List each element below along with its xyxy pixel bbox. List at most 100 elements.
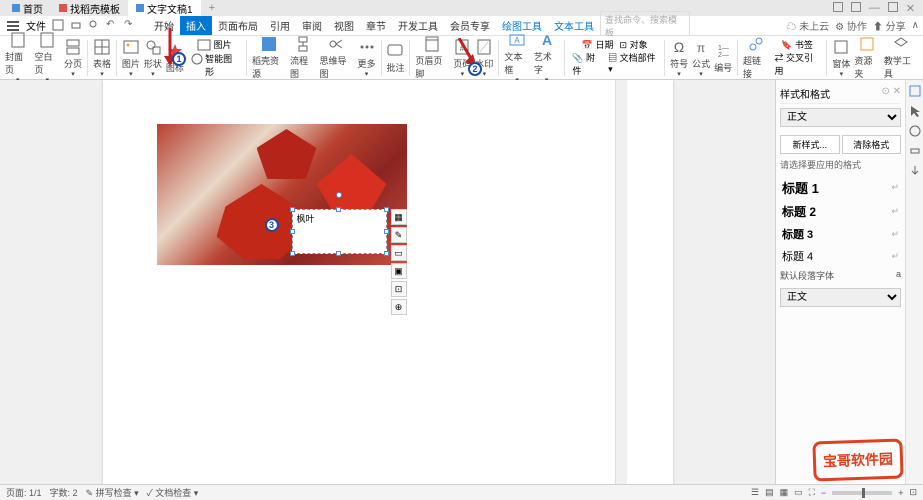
tab-start[interactable]: 开始 <box>148 16 180 35</box>
clear-format-button[interactable]: 清除格式 <box>842 135 902 154</box>
tab-document[interactable]: 文字文稿1 <box>128 0 201 17</box>
zoom-slider[interactable] <box>832 491 892 495</box>
window-grid-icon[interactable] <box>833 2 843 12</box>
docer-button[interactable]: 稻壳资源 <box>251 35 287 80</box>
teaching-tools-button[interactable]: 教学工具 <box>883 35 919 80</box>
redo-icon[interactable]: ↷ <box>124 19 138 33</box>
style-heading-4[interactable]: 标题 4↵ <box>780 245 901 267</box>
bookmark-button[interactable]: 🔖 书签 <box>781 38 813 51</box>
resize-handle-br[interactable] <box>384 251 389 256</box>
window-maximize-icon[interactable] <box>888 2 898 12</box>
comment-button[interactable]: 批注 <box>385 42 405 74</box>
picture-button[interactable]: 图片▾ <box>121 38 141 78</box>
tab-member[interactable]: 会员专享 <box>444 16 496 35</box>
resize-handle-tl[interactable] <box>290 207 295 212</box>
tab-page-layout[interactable]: 页面布局 <box>212 16 264 35</box>
status-doc-check[interactable]: ✓ 文档检查 ▾ <box>147 486 199 499</box>
view-read-icon[interactable]: ▭ <box>794 487 803 498</box>
tool-select-icon[interactable] <box>908 104 922 118</box>
resource-clip-button[interactable]: 资源夹 <box>853 35 881 80</box>
window-close-icon[interactable]: ✕ <box>906 2 915 15</box>
view-web-icon[interactable]: ▤ <box>765 487 774 498</box>
document-page[interactable]: 枫叶 ▦ ✎ ▭ ▣ ⊡ ⊕ <box>103 80 673 484</box>
view-outline-icon[interactable]: ☰ <box>751 487 759 498</box>
resize-handle-b[interactable] <box>336 251 341 256</box>
numbering-button[interactable]: 1—2—编号 <box>713 42 733 74</box>
text-box[interactable]: 枫叶 <box>292 209 387 254</box>
float-wrap-button[interactable]: ▣ <box>391 263 407 279</box>
panel-close-icon[interactable]: ✕ <box>893 86 901 97</box>
current-style-select[interactable]: 正文 <box>780 108 901 127</box>
undo-icon[interactable]: ↶ <box>106 19 120 33</box>
object-button[interactable]: ⊡ 对象 <box>620 38 648 51</box>
zoom-out-button[interactable]: − <box>821 488 826 498</box>
tab-insert[interactable]: 插入 <box>180 16 212 35</box>
wordart-button[interactable]: A艺术字▾ <box>533 31 561 84</box>
shapes-button[interactable]: 形状▾ <box>143 38 163 78</box>
tab-templates[interactable]: 找稻壳模板 <box>51 0 128 17</box>
view-fullscreen-icon[interactable]: ⛶ <box>809 487 815 498</box>
cover-page-button[interactable]: 封面页▾ <box>4 31 32 84</box>
float-more-button[interactable]: ⊡ <box>391 281 407 297</box>
tool-limit-icon[interactable] <box>908 144 922 158</box>
status-spellcheck[interactable]: ✎ 拼写检查 ▾ <box>86 486 139 499</box>
tab-developer[interactable]: 开发工具 <box>392 16 444 35</box>
vertical-scrollbar[interactable] <box>615 80 627 484</box>
textbox-button[interactable]: A文本框▾ <box>503 31 531 84</box>
rotate-handle[interactable] <box>336 192 342 198</box>
float-layout-button[interactable]: ▦ <box>391 209 407 225</box>
tab-review[interactable]: 审阅 <box>296 16 328 35</box>
window-apps-icon[interactable] <box>851 2 861 12</box>
style-heading-2[interactable]: 标题 2↵ <box>780 200 901 223</box>
resize-handle-t[interactable] <box>336 207 341 212</box>
canvas-area[interactable]: 枫叶 ▦ ✎ ▭ ▣ ⊡ ⊕ <box>0 80 775 484</box>
style-heading-3[interactable]: 标题 3↵ <box>780 223 901 245</box>
inserted-image[interactable]: 枫叶 ▦ ✎ ▭ ▣ ⊡ ⊕ <box>157 124 407 265</box>
resize-handle-bl[interactable] <box>290 251 295 256</box>
flowchart-button[interactable]: 流程图 <box>289 35 317 80</box>
header-footer-button[interactable]: 页眉页脚 <box>414 35 450 80</box>
more-button[interactable]: 更多▾ <box>357 38 377 78</box>
table-button[interactable]: 表格▾ <box>92 38 112 78</box>
hyperlink-button[interactable]: 超链接 <box>742 35 770 80</box>
mindmap-button[interactable]: 思维导图 <box>319 35 355 80</box>
tab-view[interactable]: 视图 <box>328 16 360 35</box>
resize-handle-l[interactable] <box>290 229 295 234</box>
pic-icon[interactable] <box>197 38 211 52</box>
doc-parts-button[interactable]: ▤ 文档部件▾ <box>608 51 657 77</box>
status-page[interactable]: 页面: 1/1 <box>6 486 42 499</box>
blank-page-button[interactable]: 空白页▾ <box>34 31 62 84</box>
tool-shape-icon[interactable] <box>908 124 922 138</box>
resize-handle-r[interactable] <box>384 229 389 234</box>
tool-backup-icon[interactable] <box>908 164 922 178</box>
float-fill-button[interactable]: ✎ <box>391 227 407 243</box>
tool-styles-icon[interactable] <box>908 84 922 98</box>
tab-home[interactable]: 首页 <box>4 0 51 17</box>
new-style-button[interactable]: 新样式... <box>780 135 840 154</box>
share-button[interactable]: ⬆ 分享 <box>873 18 906 33</box>
preview-icon[interactable] <box>88 19 102 33</box>
tab-references[interactable]: 引用 <box>264 16 296 35</box>
tab-chapter[interactable]: 章节 <box>360 16 392 35</box>
forms-button[interactable]: 窗体▾ <box>831 38 851 78</box>
new-tab-button[interactable]: + <box>201 2 223 14</box>
collapse-ribbon-icon[interactable]: ∧ <box>912 20 919 31</box>
equation-button[interactable]: π公式▾ <box>691 38 711 78</box>
bottom-style-select[interactable]: 正文 <box>780 288 901 307</box>
print-icon[interactable] <box>70 19 84 33</box>
cloud-status[interactable]: ☁ 未上云 <box>786 18 829 33</box>
status-words[interactable]: 字数: 2 <box>50 486 78 499</box>
window-minimize-icon[interactable]: — <box>869 2 880 15</box>
crossref-button[interactable]: ⇄ 交叉引用 <box>775 51 820 77</box>
symbol-button[interactable]: Ω符号▾ <box>669 38 689 78</box>
zoom-fit-button[interactable]: ⊡ <box>909 487 917 498</box>
resize-handle-tr[interactable] <box>384 207 389 212</box>
view-print-icon[interactable]: ▦ <box>780 487 789 498</box>
style-heading-1[interactable]: 标题 1↵ <box>780 175 901 200</box>
float-outline-button[interactable]: ▭ <box>391 245 407 261</box>
collab-button[interactable]: ⚙ 协作 <box>835 18 867 33</box>
page-break-button[interactable]: 分页▾ <box>63 38 83 78</box>
smart-icon[interactable] <box>190 52 203 66</box>
panel-pin-icon[interactable]: ⊙ <box>881 86 889 97</box>
float-expand-button[interactable]: ⊕ <box>391 299 407 315</box>
